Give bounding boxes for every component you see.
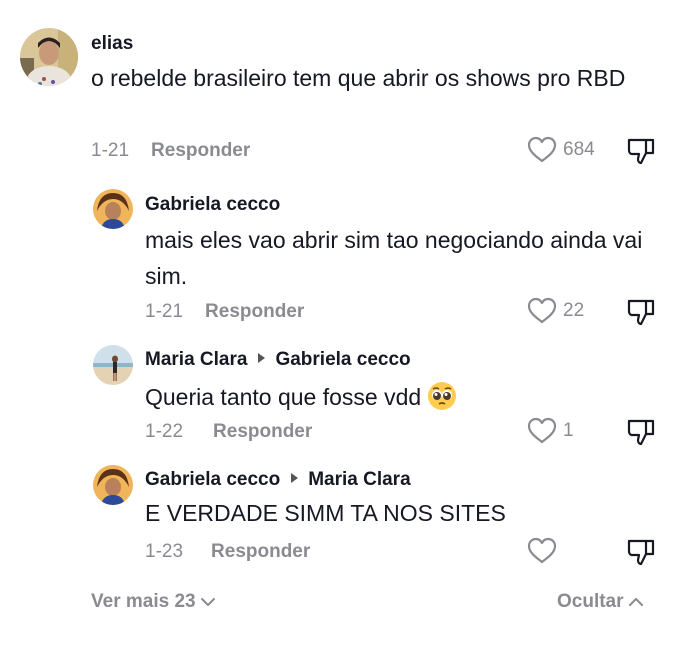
comment-text: mais eles vao abrir sim tao negociando a… xyxy=(145,227,643,289)
like-count: 22 xyxy=(563,300,585,321)
heart-outline-icon xyxy=(527,537,557,564)
chevron-down-icon xyxy=(200,598,215,606)
thumbs-down-icon xyxy=(627,299,655,326)
reply-button[interactable]: Responder xyxy=(151,140,250,161)
comment-text-content: Queria tanto que fosse vdd xyxy=(145,384,422,410)
dislike-button[interactable] xyxy=(626,297,656,332)
comment-date: 1-21 xyxy=(91,140,130,161)
hide-replies-button[interactable]: Ocultar xyxy=(557,591,644,613)
thumbs-down-icon xyxy=(627,419,655,446)
avatar[interactable] xyxy=(93,345,133,385)
comment-meta: 1-23 Responder xyxy=(145,541,310,563)
reply-to-username[interactable]: Gabriela cecco xyxy=(275,349,410,370)
comment-text: o rebelde brasileiro tem que abrir os sh… xyxy=(91,65,626,91)
like-button[interactable]: 1 xyxy=(527,417,574,445)
heart-outline-icon xyxy=(527,417,557,444)
dislike-button[interactable] xyxy=(626,417,656,452)
username-link[interactable]: Maria Clara xyxy=(145,349,247,370)
username-link[interactable]: Gabriela cecco xyxy=(145,469,280,490)
avatar-image-elias xyxy=(20,28,78,86)
avatar[interactable] xyxy=(93,465,133,505)
reply-button[interactable]: Responder xyxy=(205,301,304,322)
comment-date: 1-21 xyxy=(145,301,184,322)
comment-meta: 1-21 Responder xyxy=(91,140,250,162)
comment-meta: 1-21 Responder xyxy=(145,301,304,323)
view-more-replies-button[interactable]: Ver mais 23 xyxy=(91,591,216,613)
like-button[interactable]: 684 xyxy=(527,136,595,164)
like-button[interactable]: 22 xyxy=(527,297,584,325)
dislike-button[interactable] xyxy=(626,136,656,171)
avatar-image-gabriela xyxy=(93,189,133,229)
like-button[interactable] xyxy=(527,537,563,565)
like-count: 1 xyxy=(563,420,574,441)
heart-outline-icon xyxy=(527,136,557,163)
like-count: 684 xyxy=(563,139,595,160)
comment-date: 1-23 xyxy=(145,541,184,562)
avatar[interactable] xyxy=(93,189,133,229)
comment-username[interactable]: Gabriela cecco xyxy=(145,194,280,216)
thumbs-down-icon xyxy=(627,539,655,566)
avatar-image-gabriela xyxy=(93,465,133,505)
comment-text: Queria tanto que fosse vdd xyxy=(145,379,675,421)
reply-arrow-icon xyxy=(291,473,299,483)
heart-outline-icon xyxy=(527,297,557,324)
avatar[interactable] xyxy=(20,28,78,86)
comment-meta: 1-22 Responder xyxy=(145,421,312,443)
username-link[interactable]: elias xyxy=(91,33,133,54)
reply-arrow-icon xyxy=(258,353,266,363)
dislike-button[interactable] xyxy=(626,537,656,572)
avatar-image-maria xyxy=(93,345,133,385)
comment-text: E VERDADE SIMM TA NOS SITES xyxy=(145,500,506,526)
view-more-label: Ver mais 23 xyxy=(91,591,196,612)
comment-username: Maria Clara Gabriela cecco xyxy=(145,349,411,371)
reply-button[interactable]: Responder xyxy=(213,421,312,442)
chevron-up-icon xyxy=(628,598,643,606)
comment-username: Gabriela cecco Maria Clara xyxy=(145,469,411,491)
reply-to-username[interactable]: Maria Clara xyxy=(308,469,410,490)
reply-button[interactable]: Responder xyxy=(211,541,310,562)
comment-date: 1-22 xyxy=(145,421,184,442)
pleading-face-emoji xyxy=(427,381,457,421)
username-link[interactable]: Gabriela cecco xyxy=(145,194,280,215)
thumbs-down-icon xyxy=(627,138,655,165)
hide-label: Ocultar xyxy=(557,591,624,612)
comment-username[interactable]: elias xyxy=(91,33,133,55)
